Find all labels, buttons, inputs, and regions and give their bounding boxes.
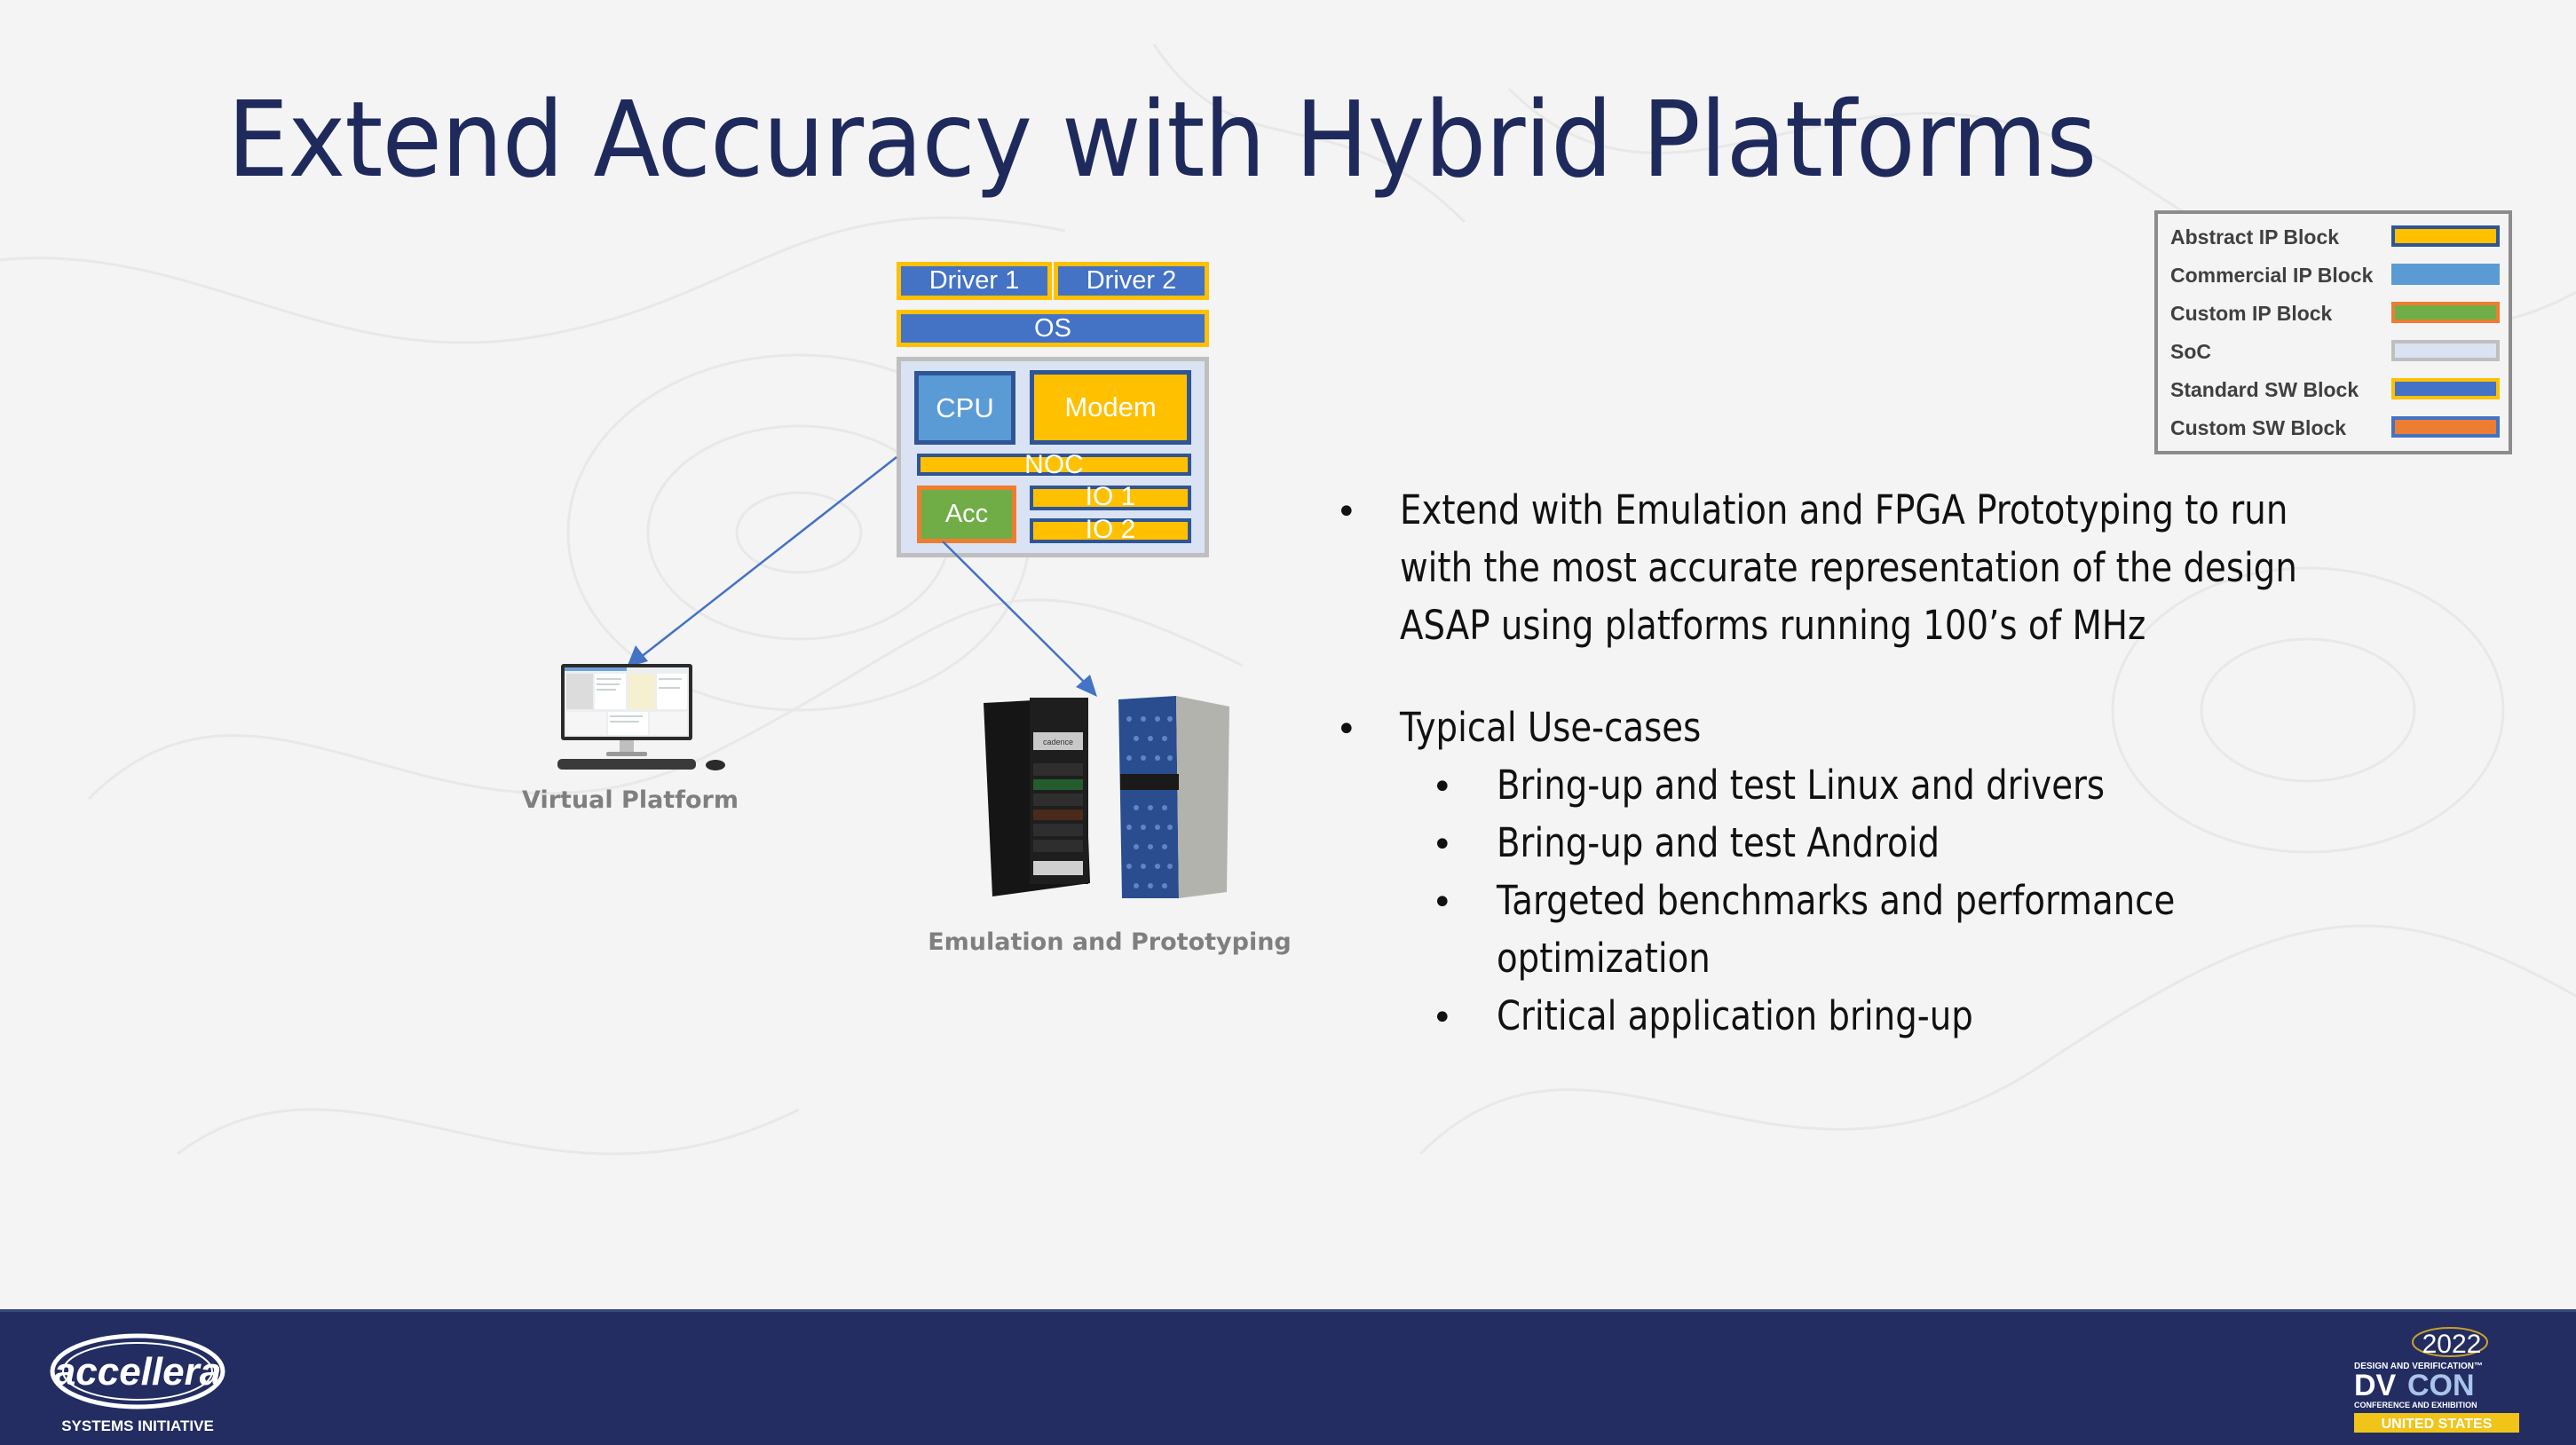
legend-item: Abstract IP Block [2170,224,2500,250]
cpu-label: CPU [936,391,994,423]
legend-swatch-abstract-ip [2391,225,2500,247]
dvcon-year: 2022 [2422,1330,2482,1359]
driver2-block: Driver 2 [1054,262,1209,300]
legend-item: SoC [2170,338,2500,365]
sub-bullet-line: Bring-up and test Android [1497,819,1940,866]
bullet-icon: • [1336,709,1357,750]
os-block: OS [897,310,1209,347]
legend-item: Custom SW Block [2170,415,2500,441]
page-title: Extend Accuracy with Hybrid Platforms [227,78,2097,201]
legend-item: Custom IP Block [2170,300,2500,327]
sub-bullet-line: Critical application bring-up [1497,992,1973,1039]
accellera-wordmark: accellera [54,1350,221,1394]
dvcon-logo: 2022 DESIGN AND VERIFICATION™ DV CON CON… [2354,1327,2519,1433]
acc-label: Acc [944,500,989,528]
emulation-prototyping-label: Emulation and Prototyping [928,928,1292,956]
legend-swatch-soc [2391,340,2500,361]
legend-label: Standard SW Block [2170,378,2359,401]
bullet-line: with the most accurate representation of… [1400,544,2297,591]
noc-block: NOC [917,450,1191,479]
accellera-logo: accellera SYSTEMS INITIATIVE [50,1333,225,1434]
bullet-line: ASAP using platforms running 100’s of MH… [1400,602,2146,649]
legend-swatch-standard-sw [2391,378,2500,399]
legend-label: Custom IP Block [2170,302,2333,325]
legend-item: Commercial IP Block [2170,262,2500,288]
legend-item: Standard SW Block [2170,376,2500,403]
sub-bullet-icon: • [1432,882,1453,923]
legend-label: Commercial IP Block [2170,264,2374,287]
driver1-block: Driver 1 [897,262,1052,300]
sub-bullet-line: Bring-up and test Linux and drivers [1497,762,2106,809]
noc-label: NOC [1024,450,1084,479]
modem-block: Modem [1030,370,1191,445]
legend-label: SoC [2170,340,2211,363]
legend-label: Custom SW Block [2170,416,2347,439]
dvcon-con: CON [2407,1369,2475,1402]
sub-bullet-icon: • [1432,998,1453,1038]
dvcon-subline: CONFERENCE AND EXHIBITION [2354,1401,2477,1409]
bullet-line: Extend with Emulation and FPGA Prototypi… [1400,486,2288,533]
legend-swatch-commercial-ip [2391,264,2500,285]
legend-label: Abstract IP Block [2170,225,2340,249]
os-label: OS [1034,313,1071,343]
acc-block: Acc [917,486,1016,543]
driver2-label: Driver 2 [1086,266,1177,295]
io1-label: IO 1 [1085,482,1136,511]
emulator-brand-text: cadence [1043,738,1073,746]
footer-band: accellera SYSTEMS INITIATIVE 2022 DESIGN… [0,1309,2576,1445]
legend: Abstract IP Block Commercial IP Block Cu… [2154,210,2512,454]
emulation-hardware-icon: cadence [984,696,1229,898]
accellera-subtitle: SYSTEMS INITIATIVE [61,1417,214,1434]
sub-bullet-icon: • [1432,825,1453,865]
bullet-line: Typical Use-cases [1400,704,1702,751]
modem-label: Modem [1064,391,1157,422]
cpu-block: CPU [914,371,1015,445]
virtual-platform-label: Virtual Platform [522,786,739,814]
legend-swatch-custom-ip [2391,302,2500,323]
virtual-platform-computer-icon [557,664,725,770]
io2-label: IO 2 [1085,515,1136,544]
io1-block: IO 1 [1030,482,1191,511]
driver1-label: Driver 1 [928,266,1020,295]
sub-bullet-line: Targeted benchmarks and performance [1497,877,2176,924]
bullet-icon: • [1336,492,1357,533]
legend-swatch-custom-sw [2391,416,2500,438]
dvcon-dv: DV [2354,1369,2397,1402]
sub-bullet-icon: • [1432,767,1453,808]
io2-block: IO 2 [1030,515,1191,544]
dvcon-region: UNITED STATES [2382,1417,2493,1432]
sub-bullet-line: optimization [1497,935,1711,982]
